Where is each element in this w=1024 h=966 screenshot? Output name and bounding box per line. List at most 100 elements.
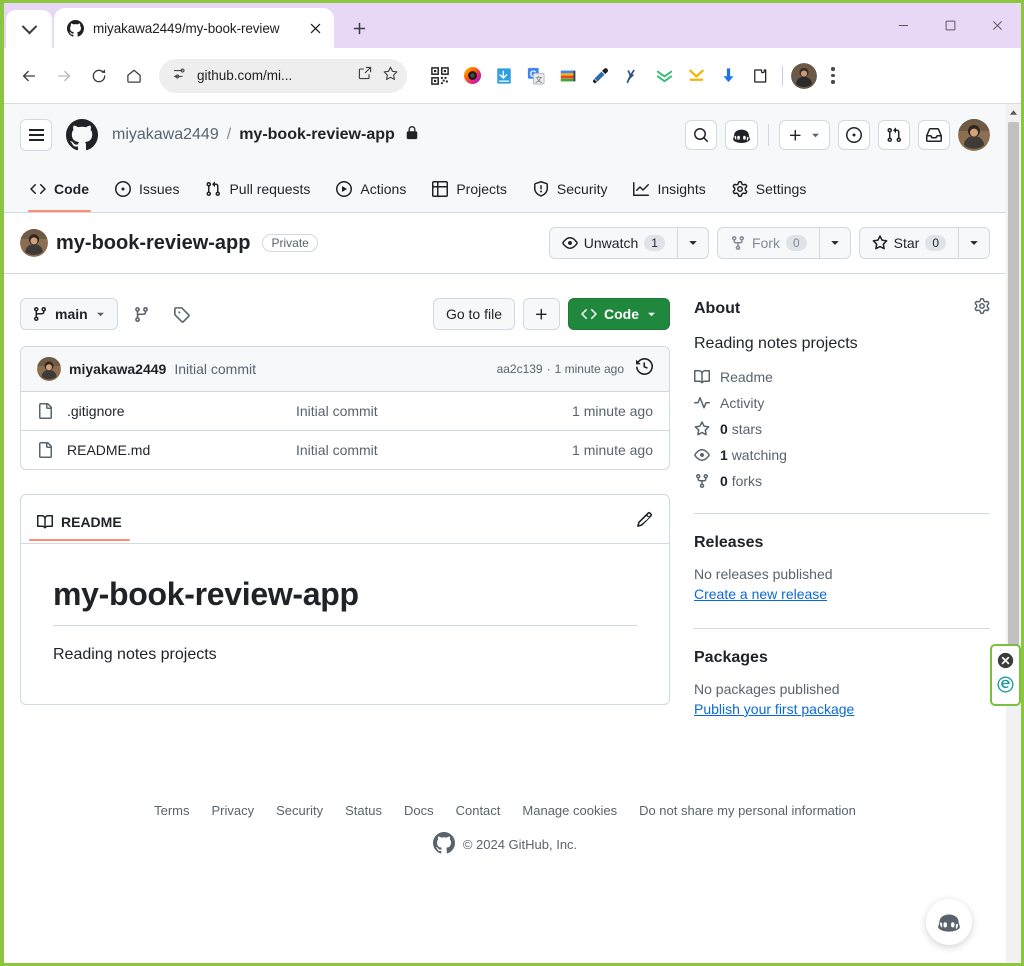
browser-tab[interactable]: miyakawa2449/my-book-review (54, 8, 334, 48)
unwatch-button[interactable]: Unwatch 1 (548, 227, 677, 259)
tags-button[interactable] (166, 298, 198, 330)
share-icon[interactable] (357, 65, 373, 86)
footer-link-docs[interactable]: Docs (404, 803, 434, 818)
about-stars-link[interactable]: 0 stars (694, 421, 990, 437)
minimize-button[interactable] (880, 3, 927, 48)
breadcrumb-repo[interactable]: my-book-review-app (239, 126, 395, 144)
tab-projects[interactable]: Projects (422, 166, 517, 212)
qr-code-icon[interactable] (426, 62, 454, 90)
about-watching-link[interactable]: 1 watching (694, 447, 990, 463)
history-icon[interactable] (636, 357, 654, 380)
tab-search-button[interactable] (6, 10, 52, 48)
google-translate-icon[interactable]: G文 (522, 62, 550, 90)
extensions-puzzle-icon[interactable] (746, 62, 774, 90)
fork-button[interactable]: Fork 0 (716, 227, 819, 259)
watch-dropdown-button[interactable] (676, 227, 709, 259)
profile-avatar[interactable] (791, 62, 817, 89)
close-circle-icon[interactable] (997, 652, 1014, 674)
yellow-collapse-icon[interactable] (682, 62, 710, 90)
footer-link-privacy[interactable]: Privacy (212, 803, 255, 818)
commit-author-avatar[interactable] (37, 357, 61, 381)
footer-link-security[interactable]: Security (276, 803, 323, 818)
edge-sidebar-widget[interactable] (990, 644, 1021, 706)
issues-icon[interactable] (838, 120, 870, 150)
branch-selector[interactable]: main (20, 298, 118, 330)
site-settings-icon[interactable] (171, 65, 188, 87)
about-activity-link[interactable]: Activity (694, 395, 990, 411)
close-window-button[interactable] (974, 3, 1021, 48)
url-text: github.com/mi... (197, 68, 293, 83)
avatar[interactable] (958, 119, 990, 151)
file-commit-message[interactable]: Initial commit (296, 442, 558, 458)
about-forks-link[interactable]: 0 forks (694, 473, 990, 489)
scroll-up-arrow-icon[interactable] (1009, 104, 1018, 120)
copilot-fab-button[interactable] (926, 899, 972, 945)
eyedropper-icon[interactable] (586, 62, 614, 90)
gear-icon[interactable] (974, 298, 990, 319)
packages-empty: No packages published (694, 681, 840, 697)
forward-button[interactable] (47, 59, 80, 92)
green-chevrons-icon[interactable] (650, 62, 678, 90)
bookmark-star-icon[interactable] (382, 65, 399, 87)
hamburger-icon[interactable] (20, 119, 52, 151)
create-new-button[interactable] (779, 120, 830, 150)
browser-window: miyakawa2449/my-book-review github.com/m… (0, 0, 1024, 966)
fork-dropdown-button[interactable] (818, 227, 851, 259)
tab-settings-label: Settings (755, 181, 807, 197)
download-blue-icon[interactable] (490, 62, 518, 90)
about-readme-link[interactable]: Readme (694, 369, 990, 385)
search-icon[interactable] (685, 120, 717, 150)
create-release-link[interactable]: Create a new release (694, 586, 827, 602)
back-button[interactable] (12, 59, 45, 92)
tab-security[interactable]: Security (523, 166, 618, 212)
address-bar[interactable]: github.com/mi... (159, 58, 407, 93)
new-tab-button[interactable] (344, 13, 374, 43)
colorful-circle-icon[interactable] (458, 62, 486, 90)
footer-link-status[interactable]: Status (345, 803, 382, 818)
footer-link-contact[interactable]: Contact (456, 803, 501, 818)
blue-download-arrow-icon[interactable] (714, 62, 742, 90)
footer-link-terms[interactable]: Terms (154, 803, 189, 818)
commit-sha[interactable]: aa2c139 (497, 362, 543, 376)
branches-button[interactable] (126, 298, 158, 330)
star-button[interactable]: Star 0 (858, 227, 958, 259)
breadcrumb-owner[interactable]: miyakawa2449 (112, 126, 219, 144)
maximize-button[interactable] (927, 3, 974, 48)
code-button[interactable]: Code (568, 298, 670, 330)
colorful-bookmark-icon[interactable] (554, 62, 582, 90)
wave-tool-icon[interactable] (618, 62, 646, 90)
pull-requests-icon[interactable] (878, 120, 910, 150)
tab-actions[interactable]: Actions (326, 166, 416, 212)
commit-message[interactable]: Initial commit (174, 361, 256, 377)
go-to-file-button[interactable]: Go to file (432, 298, 515, 330)
tab-settings[interactable]: Settings (722, 166, 817, 212)
edge-logo-icon[interactable] (997, 676, 1014, 698)
reload-button[interactable] (82, 59, 115, 92)
close-icon[interactable] (304, 17, 326, 39)
scrollbar-thumb[interactable] (1008, 122, 1019, 662)
add-file-button[interactable] (523, 298, 560, 330)
tab-issues[interactable]: Issues (105, 166, 189, 212)
repo-owner-avatar[interactable] (20, 229, 48, 257)
star-dropdown-button[interactable] (958, 227, 990, 259)
readme-tab[interactable]: README (29, 514, 130, 541)
file-commit-message[interactable]: Initial commit (296, 403, 558, 419)
file-name[interactable]: .gitignore (67, 403, 282, 419)
footer-link-manage-cookies[interactable]: Manage cookies (522, 803, 617, 818)
copilot-icon[interactable] (725, 120, 758, 150)
inbox-icon[interactable] (918, 120, 950, 150)
commit-author[interactable]: miyakawa2449 (69, 361, 166, 377)
tab-pull-requests[interactable]: Pull requests (195, 166, 320, 212)
file-name[interactable]: README.md (67, 442, 282, 458)
tab-insights[interactable]: Insights (623, 166, 715, 212)
edit-readme-button[interactable] (636, 511, 653, 543)
browser-menu-icon[interactable] (819, 61, 847, 91)
publish-package-link[interactable]: Publish your first package (694, 701, 854, 717)
tab-code[interactable]: Code (20, 166, 99, 212)
footer-link-do-not-share[interactable]: Do not share my personal information (639, 803, 856, 818)
home-button[interactable] (117, 59, 150, 92)
github-mark-icon[interactable] (66, 119, 98, 151)
table-row[interactable]: .gitignore Initial commit 1 minute ago (21, 392, 669, 431)
page-scrollbar[interactable] (1006, 104, 1021, 963)
table-row[interactable]: README.md Initial commit 1 minute ago (21, 431, 669, 469)
